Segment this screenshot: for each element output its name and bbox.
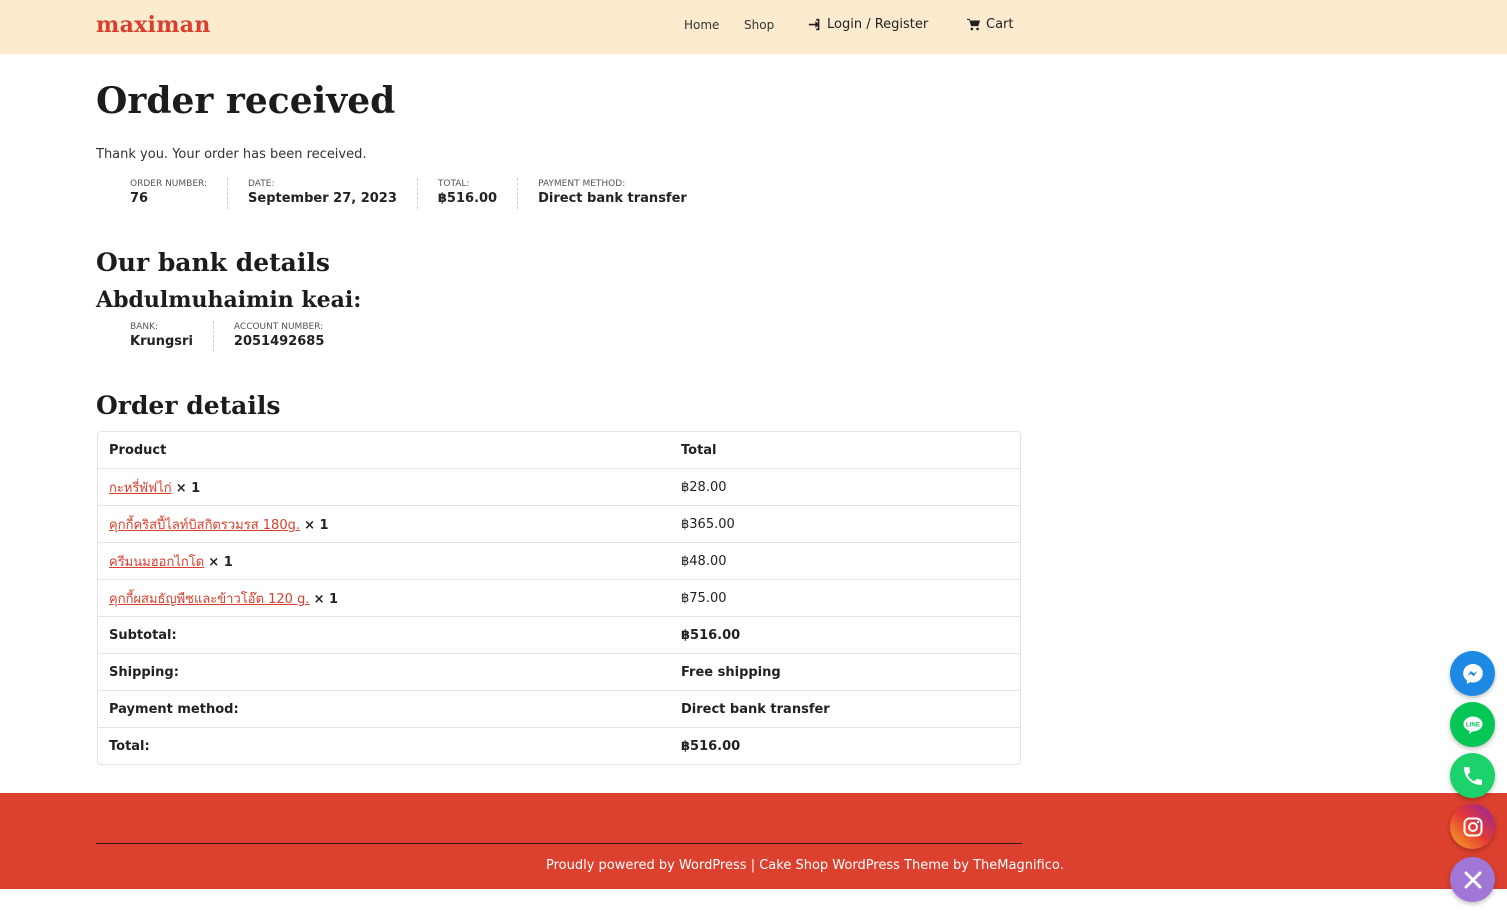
product-link[interactable]: ครีมนมฮอกไกโด [109,555,204,570]
product-total: ฿28.00 [670,469,1020,506]
phone-icon [1463,766,1482,785]
messenger-button[interactable] [1450,651,1495,696]
payment-method-row-value: Direct bank transfer [670,691,1020,728]
overview-order-number: ORDER NUMBER: 76 [96,178,229,209]
account-name: Abdulmuhaimin keai: [96,287,362,313]
close-icon [1464,871,1481,888]
table-row: ครีมนมฮอกไกโด × 1 ฿48.00 [98,543,1020,580]
shipping-row: Shipping: Free shipping [98,654,1020,691]
footer-divider [96,843,1022,844]
theme-credit-link[interactable]: Cake Shop WordPress Theme by TheMagnific… [759,858,1064,873]
account-number-item: ACCOUNT NUMBER: 2051492685 [214,321,344,352]
svg-text:LINE: LINE [1465,721,1479,728]
payment-method-row: Payment method: Direct bank transfer [98,691,1020,728]
nav-login-label: Login / Register [827,17,929,32]
table-header-row: Product Total [98,432,1020,469]
overview-date: DATE: September 27, 2023 [228,178,418,209]
product-quantity: × 1 [304,517,329,533]
order-details-table: Product Total กะหรี่พัฟไก่ × 1 ฿28.00 คุ… [97,431,1021,765]
grand-total-label: Total: [109,738,150,754]
shipping-label: Shipping: [98,654,670,691]
wordpress-link[interactable]: Proudly powered by WordPress [546,858,747,873]
date-label: DATE: [248,179,275,189]
thank-you-message: Thank you. Your order has been received. [96,147,367,162]
product-quantity: × 1 [175,480,201,496]
bank-details-heading: Our bank details [96,248,330,277]
shipping-value: Free shipping [670,654,1020,691]
messenger-icon [1462,663,1483,684]
product-total: ฿365.00 [670,506,1020,543]
nav-home[interactable]: Home [684,18,719,32]
instagram-icon [1463,817,1482,836]
table-row: คุกกี้คริสปี้ไลท์บิสกิตรวมรส 180g. × 1 ฿… [98,506,1020,543]
account-number-value: 2051492685 [233,334,325,349]
subtotal-value: ฿516.00 [670,617,1020,654]
column-header-total: Total [670,432,1020,469]
product-link[interactable]: กะหรี่พัฟไก่ [109,481,172,496]
order-overview: ORDER NUMBER: 76 DATE: September 27, 202… [96,178,707,209]
order-details-heading: Order details [96,391,281,420]
product-quantity: × 1 [313,591,339,607]
cart-icon [967,18,980,31]
site-footer: Proudly powered by WordPress | Cake Shop… [0,793,1507,889]
total-row: Total: ฿516.00 [98,728,1020,764]
close-floating-button[interactable] [1450,857,1495,902]
footer-separator: | [750,858,756,873]
order-number-value: 76 [130,191,149,206]
subtotal-label: Subtotal: [98,617,670,654]
column-header-product: Product [98,432,670,469]
payment-method-label: PAYMENT METHOD: [538,179,626,189]
bank-label: BANK: [130,322,158,332]
bank-value: Krungsri [130,334,193,349]
nav-cart[interactable]: Cart [967,17,1014,32]
site-logo[interactable]: maximan [96,12,211,38]
product-total: ฿48.00 [670,543,1020,580]
payment-method-row-label: Payment method: [98,691,670,728]
total-label: TOTAL: [437,179,470,189]
payment-method-value: Direct bank transfer [538,191,687,206]
phone-button[interactable] [1450,753,1495,798]
product-link[interactable]: คุกกี้ผสมธัญพืชและข้าวโอ๊ต 120 g. [109,592,309,607]
total-value: ฿516.00 [437,191,498,206]
nav-shop[interactable]: Shop [744,18,774,32]
page-title: Order received [96,80,396,122]
table-row: คุกกี้ผสมธัญพืชและข้าวโอ๊ต 120 g. × 1 ฿7… [98,580,1020,617]
product-total: ฿75.00 [670,580,1020,617]
grand-total-value: ฿516.00 [681,738,741,754]
bank-name-item: BANK: Krungsri [96,321,214,352]
footer-credits: Proudly powered by WordPress | Cake Shop… [546,858,1064,873]
overview-payment-method: PAYMENT METHOD: Direct bank transfer [518,178,707,209]
login-icon [808,18,820,31]
instagram-button[interactable] [1450,804,1495,849]
order-number-label: ORDER NUMBER: [130,179,208,189]
nav-login-register[interactable]: Login / Register [808,17,928,32]
table-row: กะหรี่พัฟไก่ × 1 ฿28.00 [98,469,1020,506]
account-number-label: ACCOUNT NUMBER: [233,322,324,332]
subtotal-row: Subtotal: ฿516.00 [98,617,1020,654]
line-button[interactable]: LINE [1450,702,1495,747]
bank-details: BANK: Krungsri ACCOUNT NUMBER: 205149268… [96,321,344,352]
nav-cart-label: Cart [986,17,1014,32]
site-header: maximan Home Shop Login / Register Cart [0,0,1507,54]
product-link[interactable]: คุกกี้คริสปี้ไลท์บิสกิตรวมรส 180g. [109,518,300,533]
product-quantity: × 1 [208,554,233,570]
date-value: September 27, 2023 [248,191,397,206]
line-icon: LINE [1463,716,1482,734]
overview-total: TOTAL: ฿516.00 [418,178,519,209]
